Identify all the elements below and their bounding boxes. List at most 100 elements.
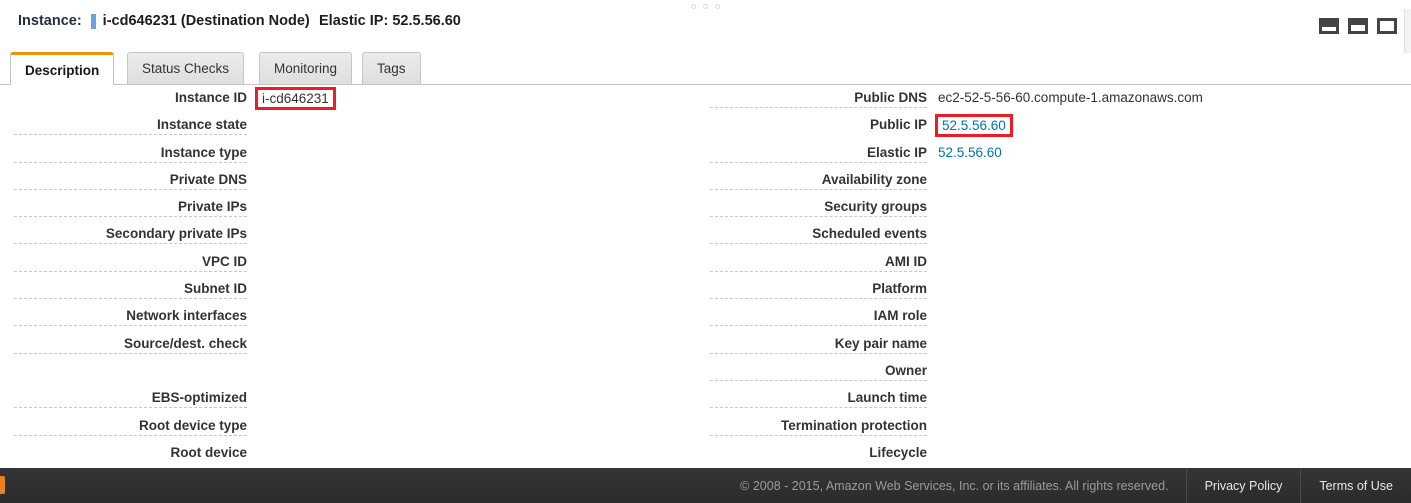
detail-value-instance-state xyxy=(247,113,700,117)
detail-value-scheduled-events xyxy=(927,222,1400,226)
detail-label-security-groups: Security groups xyxy=(700,195,927,218)
detail-label-root-device-type: Root device type xyxy=(0,414,247,436)
tab-status-checks[interactable]: Status Checks xyxy=(127,52,245,84)
detail-row-elastic-ip: Elastic IP 52.5.56.60 xyxy=(700,141,1400,168)
detail-row-ami-id: AMI ID xyxy=(700,250,1400,277)
detail-row-public-dns: Public DNS ec2-52-5-56-60.compute-1.amazo… xyxy=(700,86,1400,113)
tab-monitoring[interactable]: Monitoring xyxy=(259,52,353,84)
detail-row-source-dest-check: Source/dest. check xyxy=(0,332,700,359)
page-footer: © 2008 - 2015, Amazon Web Services, Inc.… xyxy=(0,468,1411,503)
detail-value-root-device xyxy=(247,441,700,445)
detail-label-subnet-id: Subnet ID xyxy=(0,277,247,300)
footer-left-stub xyxy=(0,468,26,503)
annotation-box-public-ip[interactable]: 52.5.56.60 xyxy=(935,114,1013,138)
detail-row-iam-role: IAM role xyxy=(700,304,1400,331)
instance-color-bar-icon xyxy=(90,13,96,29)
detail-row-public-ip: Public IP 52.5.56.60 xyxy=(700,113,1400,140)
detail-value-platform xyxy=(927,277,1400,281)
detail-row-instance-type: Instance type xyxy=(0,141,700,168)
detail-value-secondary-private-ips xyxy=(247,222,700,226)
detail-label-source-dest-check: Source/dest. check xyxy=(0,332,247,354)
detail-value-key-pair-name xyxy=(927,332,1400,336)
detail-row-instance-id: Instance ID i-cd646231 xyxy=(0,86,700,113)
tab-tags[interactable]: Tags xyxy=(362,52,421,84)
detail-row-root-device-type: Root device type xyxy=(0,414,700,441)
copyright-text: © 2008 - 2015, Amazon Web Services, Inc.… xyxy=(740,478,1169,493)
detail-row-private-ips: Private IPs xyxy=(0,195,700,222)
detail-label-instance-type: Instance type xyxy=(0,141,247,163)
detail-row-subnet-id: Subnet ID xyxy=(0,277,700,304)
detail-row-network-interfaces: Network interfaces xyxy=(0,304,700,331)
detail-row-root-device: Root device xyxy=(0,441,700,468)
detail-row-owner: Owner xyxy=(700,359,1400,386)
detail-label-lifecycle: Lifecycle xyxy=(869,444,927,460)
instance-id-title: i-cd646231 (Destination Node) xyxy=(102,13,310,29)
detail-value-ebs-optimized xyxy=(247,386,700,390)
description-tab-content: Instance ID i-cd646231 Instance state Insta… xyxy=(0,86,1411,468)
detail-label-secondary-private-ips: Secondary private IPs xyxy=(0,222,247,245)
detail-value-termination-protection xyxy=(927,414,1400,418)
detail-value-instance-type xyxy=(247,141,700,145)
detail-value-network-interfaces xyxy=(247,304,700,308)
detail-label-owner: Owner xyxy=(700,359,927,381)
detail-label-private-dns: Private DNS xyxy=(0,168,247,190)
detail-value-owner xyxy=(927,359,1400,363)
detail-row-ebs-optimized: EBS-optimized xyxy=(0,386,700,413)
detail-label-public-ip: Public IP xyxy=(869,117,927,133)
detail-row-platform: Platform xyxy=(700,277,1400,304)
detail-row-instance-state: Instance state xyxy=(0,113,700,140)
detail-value-vpc-id xyxy=(247,250,700,254)
tab-description[interactable]: Description xyxy=(10,52,115,85)
detail-label-instance-id: Instance ID xyxy=(174,90,247,105)
terms-of-use-link[interactable]: Terms of Use xyxy=(1301,479,1411,493)
detail-column-left: Instance ID i-cd646231 Instance state Insta… xyxy=(0,86,700,468)
detail-value-launch-time xyxy=(927,386,1400,390)
detail-label-availability-zone: Availability zone xyxy=(700,168,927,190)
detail-label-iam-role: IAM role xyxy=(700,304,927,327)
panel-size-medium-icon[interactable] xyxy=(1348,18,1368,34)
detail-row-scheduled-events: Scheduled events xyxy=(700,222,1400,249)
detail-row-spacer xyxy=(0,359,700,386)
detail-value-source-dest-check xyxy=(247,332,700,336)
detail-row-availability-zone: Availability zone xyxy=(700,168,1400,195)
detail-value-security-groups xyxy=(927,195,1400,199)
detail-row-vpc-id: VPC ID xyxy=(0,250,700,277)
panel-layout-toggles xyxy=(1319,18,1397,34)
detail-value-private-dns xyxy=(247,168,700,172)
detail-row-lifecycle: Lifecycle xyxy=(700,441,1400,468)
detail-label-ebs-optimized: EBS-optimized xyxy=(0,386,247,409)
privacy-policy-link[interactable]: Privacy Policy xyxy=(1187,479,1301,493)
detail-label-root-device: Root device xyxy=(170,444,247,460)
detail-row-launch-time: Launch time xyxy=(700,386,1400,413)
detail-value-public-ip[interactable]: 52.5.56.60 xyxy=(927,113,1400,138)
instance-identity: Instance: i-cd646231 (Destination Node) xyxy=(18,13,310,29)
elastic-ip-header: Elastic IP: 52.5.56.60 xyxy=(319,13,461,29)
detail-value-iam-role xyxy=(927,304,1400,308)
detail-value-availability-zone xyxy=(927,168,1400,172)
panel-size-large-icon[interactable] xyxy=(1377,18,1397,34)
detail-label-scheduled-events: Scheduled events xyxy=(700,222,927,245)
detail-value-empty xyxy=(247,359,700,363)
detail-value-ami-id xyxy=(927,250,1400,254)
panel-size-small-icon[interactable] xyxy=(1319,18,1339,34)
detail-label-vpc-id: VPC ID xyxy=(0,250,247,272)
detail-row-security-groups: Security groups xyxy=(700,195,1400,222)
detail-tabs: Description Status Checks Monitoring Tag… xyxy=(0,52,1411,85)
footer-accent-icon xyxy=(0,476,5,494)
instance-label: Instance: xyxy=(18,13,82,29)
detail-row-secondary-private-ips: Secondary private IPs xyxy=(0,222,700,249)
detail-row-key-pair-name: Key pair name xyxy=(700,332,1400,359)
detail-label-elastic-ip: Elastic IP xyxy=(700,141,927,163)
ec2-instance-detail-panel: Instance: i-cd646231 (Destination Node) … xyxy=(0,0,1411,503)
detail-label-launch-time: Launch time xyxy=(700,386,927,409)
detail-value-instance-id: i-cd646231 xyxy=(247,86,700,110)
detail-value-subnet-id xyxy=(247,277,700,281)
annotation-box-instance-id: i-cd646231 xyxy=(255,87,336,110)
detail-value-elastic-ip[interactable]: 52.5.56.60 xyxy=(927,141,1400,160)
detail-label-key-pair-name: Key pair name xyxy=(700,332,927,354)
detail-label-public-dns: Public DNS xyxy=(700,86,927,108)
detail-label-termination-protection: Termination protection xyxy=(700,414,927,436)
panel-right-edge xyxy=(1404,9,1411,53)
detail-column-right: Public DNS ec2-52-5-56-60.compute-1.amazo… xyxy=(700,86,1400,468)
detail-value-public-dns: ec2-52-5-56-60.compute-1.amazonaws.com xyxy=(938,90,1203,105)
